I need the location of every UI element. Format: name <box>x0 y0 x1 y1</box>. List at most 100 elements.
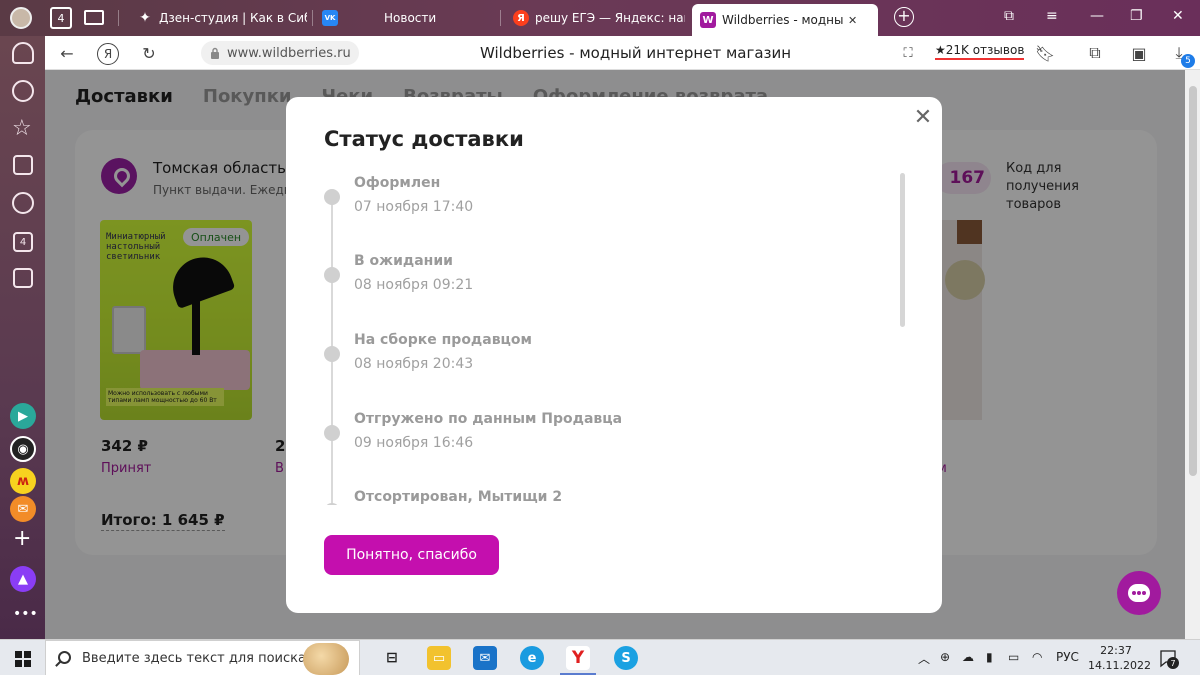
notification-count: 7 <box>1167 657 1179 669</box>
lock-icon <box>211 47 219 59</box>
timeline-dot <box>324 503 340 505</box>
windows-taskbar: Введите здесь текст для поиска ⊟ ▭ ✉ e Y… <box>0 639 1200 675</box>
clock[interactable]: 22:37 14.11.2022 <box>1088 643 1151 673</box>
tab-vk[interactable]: VK <box>322 4 344 32</box>
downloads-badge: 5 <box>1181 54 1195 68</box>
wifi-icon[interactable]: ◠ <box>1032 650 1042 664</box>
tab-close-icon[interactable]: ✕ <box>848 14 857 27</box>
timeline-date: 07 ноября 17:40 <box>354 199 474 215</box>
alice-voice-icon[interactable]: ▲ <box>10 566 36 592</box>
modal-title: Статус доставки <box>324 127 524 151</box>
search-highlight-image <box>303 643 349 675</box>
page-scrollbar-thumb[interactable] <box>1189 86 1197 476</box>
minimize-icon[interactable]: — <box>1090 8 1104 24</box>
tab-news[interactable]: Новости <box>384 4 494 32</box>
window-close-icon[interactable]: ✕ <box>1172 8 1184 24</box>
more-icon[interactable]: ••• <box>13 606 38 622</box>
close-icon[interactable]: ✕ <box>912 107 934 129</box>
notifications-icon[interactable]: 7 <box>1158 648 1179 669</box>
search-icon <box>58 651 71 664</box>
tab-separator <box>118 10 119 26</box>
file-explorer-icon[interactable]: ▭ <box>427 646 451 670</box>
vk-icon: VK <box>322 10 338 26</box>
translate-icon[interactable]: ⧉ <box>1085 43 1105 63</box>
url-field[interactable]: www.wildberries.ru <box>201 41 359 65</box>
tab-dzen[interactable]: ✦ Дзен-студия | Как в Сибир <box>137 4 307 32</box>
bookmarks-icon[interactable]: ☆ <box>12 116 32 141</box>
status-timeline[interactable]: Оформлен 07 ноября 17:40 В ожидании 08 н… <box>286 175 906 505</box>
yandex-browser-icon[interactable]: Y <box>566 646 590 670</box>
market-app-icon[interactable]: ʍ <box>10 468 36 494</box>
windows-start-icon[interactable] <box>15 651 31 667</box>
screenshot-icon[interactable] <box>13 268 33 288</box>
timeline-date: 08 ноября 09:21 <box>354 277 474 293</box>
tab-separator <box>500 10 501 26</box>
timeline-date: 09 ноября 16:46 <box>354 435 474 451</box>
collections-icon[interactable]: ⧉ <box>1004 8 1014 24</box>
mail-icon[interactable]: ✉ <box>473 646 497 670</box>
tab-reshu-ege[interactable]: Я решу ЕГЭ — Яндекс: нашл <box>513 4 685 32</box>
onedrive-icon[interactable]: ☁ <box>962 650 974 664</box>
timeline-dot <box>324 189 340 205</box>
tab-label: Wildberries - модный ин <box>722 13 844 27</box>
profile-avatar[interactable] <box>10 7 32 29</box>
timeline-scrollbar[interactable] <box>900 173 905 327</box>
timeline-status: Отгружено по данным Продавца <box>354 411 623 427</box>
back-icon[interactable]: ← <box>57 43 77 63</box>
timeline-dot <box>324 267 340 283</box>
bookmark-icon[interactable]: 🔖︎ <box>1035 43 1055 63</box>
history-icon[interactable] <box>12 80 34 102</box>
menu-icon[interactable]: ≡ <box>1046 8 1058 24</box>
timeline-item: Отсортирован, Мытищи 2 <box>324 489 884 505</box>
language-indicator[interactable]: РУС <box>1056 650 1079 664</box>
new-tab-button[interactable]: + <box>894 7 914 27</box>
timeline-status: Оформлен <box>354 175 441 191</box>
search-placeholder: Введите здесь текст для поиска <box>82 650 306 666</box>
timeline-status: На сборке продавцом <box>354 332 532 348</box>
ok-thanks-button[interactable]: Понятно, спасибо <box>324 535 499 575</box>
delivery-status-modal: ✕ Статус доставки Оформлен 07 ноября 17:… <box>286 97 942 613</box>
wildberries-icon: W <box>700 12 716 28</box>
tab-separator <box>312 10 313 26</box>
alice-app-icon[interactable]: ◉ <box>10 436 36 462</box>
page-title: Wildberries - модный интернет магазин <box>480 44 792 62</box>
messenger-app-icon[interactable]: ▶ <box>10 403 36 429</box>
restore-icon[interactable]: ❐ <box>1130 8 1143 24</box>
taskbar-search-input[interactable]: Введите здесь текст для поиска <box>45 640 360 675</box>
tab-wildberries[interactable]: W Wildberries - модный ин ✕ <box>692 4 878 36</box>
timeline-status: В ожидании <box>354 253 453 269</box>
new-folder-icon[interactable] <box>84 10 104 25</box>
notes-icon[interactable] <box>13 155 33 175</box>
timeline-date: 08 ноября 20:43 <box>354 356 474 372</box>
timeline-dot <box>324 425 340 441</box>
url-text: www.wildberries.ru <box>227 45 351 61</box>
dzen-icon: ✦ <box>139 10 151 26</box>
tab-label: Новости <box>384 11 437 25</box>
site-info-icon[interactable]: ⛶ <box>898 43 918 63</box>
task-view-icon[interactable]: ⊟ <box>380 646 404 670</box>
tab-label: Дзен-студия | Как в Сибир <box>159 11 307 25</box>
skype-icon[interactable]: S <box>614 646 638 670</box>
reload-icon[interactable]: ↻ <box>139 43 159 63</box>
video-icon[interactable] <box>12 192 34 214</box>
chat-button[interactable] <box>1117 571 1161 615</box>
edge-icon[interactable]: e <box>520 646 544 670</box>
timeline-dot <box>324 346 340 362</box>
tray-chevron-icon[interactable]: ︿ <box>918 650 930 667</box>
battery-icon[interactable]: ▭ <box>1008 650 1019 664</box>
tray-app-icon[interactable]: ⊕ <box>940 650 950 664</box>
tray-phone-icon[interactable]: ▮ <box>986 650 993 664</box>
tab-counter[interactable]: 4 <box>50 7 72 29</box>
yandex-icon: Я <box>513 10 529 26</box>
mail-app-icon[interactable]: ✉ <box>10 496 36 522</box>
notifications-icon[interactable] <box>12 42 34 64</box>
tab-label: решу ЕГЭ — Яндекс: нашл <box>535 11 685 25</box>
extensions-icon[interactable]: ▣ <box>1129 43 1149 63</box>
timeline-item: На сборке продавцом 08 ноября 20:43 <box>324 332 884 392</box>
sidebar-counter[interactable]: 4 <box>13 232 33 252</box>
add-app-icon[interactable]: + <box>13 526 31 551</box>
page-scrollbar[interactable] <box>1185 70 1200 639</box>
reviews-badge[interactable]: ★21K отзывов <box>935 43 1025 60</box>
yandex-home-icon[interactable]: Я <box>97 43 119 65</box>
timeline-status: Отсортирован, Мытищи 2 <box>354 489 563 505</box>
